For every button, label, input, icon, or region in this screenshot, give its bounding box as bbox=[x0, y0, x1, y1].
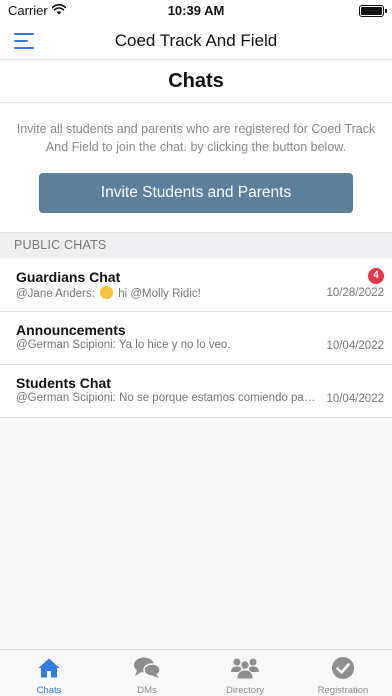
nav-title: Coed Track And Field bbox=[114, 31, 278, 50]
public-chats-header: PUBLIC CHATS bbox=[0, 232, 392, 258]
chat-preview-sender: @Jane Anders: bbox=[16, 288, 95, 300]
tab-dms[interactable]: DMs bbox=[98, 650, 196, 696]
chat-preview-message: hi @Molly Ridic! bbox=[118, 288, 201, 300]
tab-label: Chats bbox=[36, 685, 62, 696]
chat-date: 10/04/2022 bbox=[326, 340, 384, 352]
chat-item-guardians[interactable]: Guardians Chat @Jane Anders: hi @Molly R… bbox=[0, 259, 392, 312]
battery-icon bbox=[359, 5, 387, 17]
home-icon bbox=[37, 656, 61, 685]
tab-label: Registration bbox=[317, 685, 369, 696]
nav-bar: Coed Track And Field bbox=[0, 22, 392, 60]
page-title-bar: Chats bbox=[0, 61, 392, 103]
tab-label: Directory bbox=[225, 685, 264, 696]
grinning-sweat-emoji-icon bbox=[100, 286, 114, 299]
checkmark-circle-icon bbox=[331, 656, 355, 685]
people-icon bbox=[230, 656, 260, 685]
chat-item-announcements[interactable]: Announcements @German Scipioni: Ya lo hi… bbox=[0, 312, 392, 365]
chat-bubbles-icon bbox=[133, 656, 161, 685]
chat-date: 10/28/2022 bbox=[326, 287, 384, 299]
chat-preview: @German Scipioni: No se porque estamos c… bbox=[16, 392, 316, 404]
chat-date: 10/04/2022 bbox=[326, 393, 384, 405]
tab-bar: Chats DMs Directory Registration bbox=[0, 649, 392, 696]
chat-name: Announcements bbox=[16, 322, 126, 338]
invite-section: Invite all students and parents who are … bbox=[0, 104, 392, 232]
status-bar: Carrier 10:39 AM bbox=[0, 0, 392, 22]
invite-students-parents-button[interactable]: Invite Students and Parents bbox=[39, 173, 353, 213]
tab-chats[interactable]: Chats bbox=[0, 650, 98, 696]
chat-name: Guardians Chat bbox=[16, 269, 121, 285]
tab-registration[interactable]: Registration bbox=[294, 650, 392, 696]
chat-list: Guardians Chat @Jane Anders: hi @Molly R… bbox=[0, 259, 392, 418]
invite-description: Invite all students and parents who are … bbox=[16, 122, 376, 154]
chat-preview: @Jane Anders: hi @Molly Ridic! bbox=[16, 286, 316, 300]
tab-label: DMs bbox=[137, 685, 157, 696]
chat-preview: @German Scipioni: Ya lo hice y no lo veo… bbox=[16, 339, 231, 351]
unread-count-badge: 4 bbox=[368, 268, 384, 284]
chat-item-students[interactable]: Students Chat @German Scipioni: No se po… bbox=[0, 365, 392, 418]
section-header-label: PUBLIC CHATS bbox=[14, 238, 107, 252]
tab-directory[interactable]: Directory bbox=[196, 650, 294, 696]
page-title: Chats bbox=[168, 70, 224, 92]
status-time: 10:39 AM bbox=[167, 3, 225, 18]
chat-name: Students Chat bbox=[16, 375, 111, 391]
